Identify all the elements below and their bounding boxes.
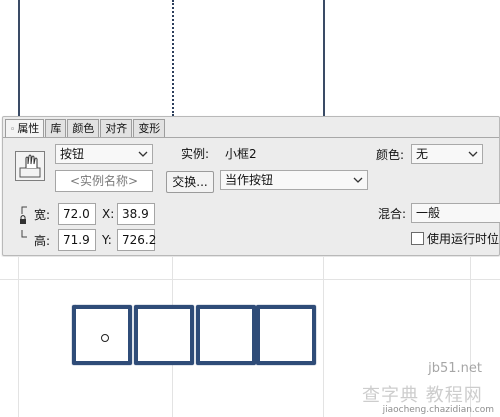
- button-symbol-icon: [15, 151, 45, 181]
- stage-bottom: + jb51.net 查字典 教程网 jiaocheng.chazidian.c…: [0, 257, 500, 417]
- hand-cursor-icon: [19, 154, 41, 178]
- chevron-down-icon: [353, 177, 363, 183]
- box-cell-3[interactable]: [196, 305, 256, 365]
- blend-value: 一般: [416, 206, 441, 220]
- properties-panel: ◦ 属性 库 颜色 对齐 变形 按钮 <实例名称> 实例: 小框2 交换... 当…: [2, 116, 500, 256]
- instance-name-field[interactable]: <实例名称>: [55, 170, 153, 192]
- tab-align[interactable]: 对齐: [100, 119, 133, 137]
- y-label: Y:: [102, 233, 112, 247]
- height-label: 高:: [34, 234, 51, 248]
- watermark-site: jb51.net: [428, 361, 482, 376]
- height-input[interactable]: 71.9: [58, 229, 96, 251]
- color-select[interactable]: 无: [411, 144, 483, 164]
- tab-transform[interactable]: 变形: [133, 119, 166, 137]
- tracking-select[interactable]: 当作按钮: [220, 170, 368, 190]
- behavior-select[interactable]: 按钮: [55, 144, 153, 164]
- color-label: 颜色:: [376, 148, 405, 162]
- color-value: 无: [416, 147, 429, 161]
- instance-symbol-name: 小框2: [225, 147, 257, 161]
- behavior-value: 按钮: [60, 147, 85, 161]
- box-cell-2[interactable]: [134, 305, 194, 365]
- grid-line: [323, 257, 324, 417]
- chevron-down-icon: [468, 151, 478, 157]
- width-value: 72.0: [63, 207, 90, 221]
- tab-properties[interactable]: ◦ 属性: [5, 119, 45, 137]
- width-input[interactable]: 72.0: [58, 203, 96, 225]
- blend-select[interactable]: 一般: [411, 203, 500, 223]
- tab-label: 库: [50, 122, 62, 135]
- runtime-bitmap-label: 使用运行时位: [427, 232, 500, 246]
- chevron-down-icon: [138, 151, 148, 157]
- stage-top: [0, 0, 500, 116]
- instance-label: 实例:: [181, 147, 210, 161]
- y-value: 726.2: [122, 233, 157, 247]
- box-cell-4[interactable]: [256, 305, 316, 365]
- x-value: 38.9: [122, 207, 149, 221]
- height-value: 71.9: [63, 233, 90, 247]
- panel-tabs: ◦ 属性 库 颜色 对齐 变形: [5, 119, 166, 137]
- stage-guide-left: [18, 0, 20, 116]
- blend-label: 混合:: [378, 207, 407, 221]
- grid-line: [18, 257, 19, 417]
- watermark-title: 查字典 教程网: [362, 385, 483, 406]
- tab-label: 对齐: [105, 122, 128, 135]
- transform-point-icon[interactable]: [101, 334, 109, 342]
- tracking-value: 当作按钮: [225, 173, 274, 187]
- x-input[interactable]: 38.9: [117, 203, 155, 225]
- stage-guide-middle-dotted: [172, 0, 174, 116]
- tab-label: 变形: [138, 122, 161, 135]
- swap-button[interactable]: 交换...: [166, 171, 214, 193]
- lock-aspect-icon[interactable]: [19, 206, 31, 240]
- watermark-url: jiaocheng.chazidian.com: [382, 405, 494, 415]
- width-label: 宽:: [34, 208, 51, 222]
- tab-label: 属性: [17, 122, 40, 135]
- tab-library[interactable]: 库: [45, 119, 67, 137]
- runtime-bitmap-checkbox[interactable]: [411, 232, 424, 245]
- tab-label: 颜色: [72, 122, 95, 135]
- tab-divider: [3, 137, 499, 138]
- x-label: X:: [102, 207, 115, 221]
- instance-name-placeholder: <实例名称>: [69, 174, 139, 188]
- y-input[interactable]: 726.2: [117, 229, 157, 251]
- swap-button-label: 交换...: [172, 175, 208, 189]
- grid-line: [0, 279, 500, 280]
- stage-guide-right: [323, 0, 325, 116]
- tab-pin-icon: ◦: [10, 125, 16, 135]
- tab-color[interactable]: 颜色: [67, 119, 100, 137]
